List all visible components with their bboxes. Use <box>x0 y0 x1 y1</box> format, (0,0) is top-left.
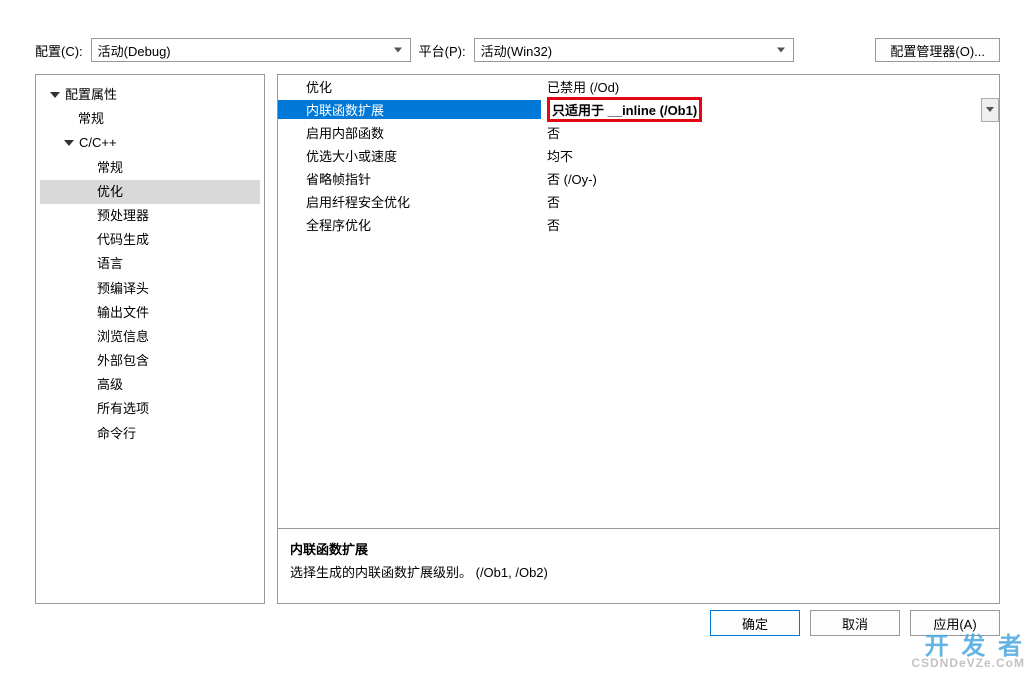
tree-item-高级[interactable]: 高级 <box>40 373 260 397</box>
property-name: 启用内部函数 <box>278 123 541 142</box>
highlight-box: 只适用于 __inline (/Ob1) <box>547 97 702 122</box>
property-grid: 优化已禁用 (/Od)内联函数扩展只适用于 __inline (/Ob1)启用内… <box>278 75 999 528</box>
tree-item-常规[interactable]: 常规 <box>40 156 260 180</box>
property-value[interactable]: 否 <box>541 123 999 142</box>
property-row[interactable]: 内联函数扩展只适用于 __inline (/Ob1) <box>278 98 999 121</box>
property-name: 省略帧指针 <box>278 169 541 188</box>
property-row[interactable]: 启用内部函数否 <box>278 121 999 144</box>
watermark: 开 发 者 CSDNDeVZe.CoM <box>911 635 1025 669</box>
description-text: 选择生成的内联函数扩展级别。 (/Ob1, /Ob2) <box>290 562 987 581</box>
tree-item-预处理器[interactable]: 预处理器 <box>40 204 260 228</box>
tree-item-外部包含[interactable]: 外部包含 <box>40 349 260 373</box>
property-row[interactable]: 优化已禁用 (/Od) <box>278 75 999 98</box>
property-name: 启用纤程安全优化 <box>278 192 541 211</box>
description-title: 内联函数扩展 <box>290 539 987 558</box>
tree-general[interactable]: 常规 <box>40 107 260 131</box>
property-row[interactable]: 省略帧指针否 (/Oy-) <box>278 167 999 190</box>
platform-label: 平台(P): <box>419 41 466 60</box>
platform-value: 活动(Win32) <box>481 41 553 60</box>
tree-root[interactable]: 配置属性 <box>40 83 260 107</box>
tree-cpp-label: C/C++ <box>79 134 117 152</box>
tree-item-优化[interactable]: 优化 <box>40 180 260 204</box>
tree-item-代码生成[interactable]: 代码生成 <box>40 228 260 252</box>
property-value[interactable]: 否 (/Oy-) <box>541 169 999 188</box>
property-name: 全程序优化 <box>278 215 541 234</box>
property-name: 优化 <box>278 77 541 96</box>
platform-dropdown[interactable]: 活动(Win32) <box>474 38 794 62</box>
tree-root-label: 配置属性 <box>65 86 117 104</box>
tree-item-语言[interactable]: 语言 <box>40 252 260 276</box>
property-value[interactable]: 只适用于 __inline (/Ob1) <box>541 98 999 122</box>
property-row[interactable]: 启用纤程安全优化否 <box>278 190 999 213</box>
property-row[interactable]: 全程序优化否 <box>278 213 999 236</box>
tree-panel: 配置属性 常规 C/C++ 常规优化预处理器代码生成语言预编译头输出文件浏览信息… <box>35 74 265 604</box>
tree-item-预编译头[interactable]: 预编译头 <box>40 277 260 301</box>
watermark-line1: 开 发 者 <box>911 635 1025 659</box>
description-panel: 内联函数扩展 选择生成的内联函数扩展级别。 (/Ob1, /Ob2) <box>278 528 999 603</box>
config-manager-button[interactable]: 配置管理器(O)... <box>875 38 1000 62</box>
tree-item-命令行[interactable]: 命令行 <box>40 422 260 446</box>
property-name: 优选大小或速度 <box>278 146 541 165</box>
property-panel: 优化已禁用 (/Od)内联函数扩展只适用于 __inline (/Ob1)启用内… <box>277 74 1000 604</box>
ok-button[interactable]: 确定 <box>710 610 800 636</box>
property-value[interactable]: 否 <box>541 215 999 234</box>
property-dropdown-button[interactable] <box>981 98 999 122</box>
property-value[interactable]: 已禁用 (/Od) <box>541 77 999 96</box>
tree-cpp[interactable]: C/C++ <box>40 131 260 155</box>
config-value: 活动(Debug) <box>98 41 171 60</box>
chevron-down-icon <box>64 140 74 146</box>
property-row[interactable]: 优选大小或速度均不 <box>278 144 999 167</box>
cancel-button[interactable]: 取消 <box>810 610 900 636</box>
apply-button[interactable]: 应用(A) <box>910 610 1000 636</box>
tree-item-输出文件[interactable]: 输出文件 <box>40 301 260 325</box>
property-value[interactable]: 均不 <box>541 146 999 165</box>
chevron-down-icon <box>50 92 60 98</box>
config-dropdown[interactable]: 活动(Debug) <box>91 38 411 62</box>
tree-item-浏览信息[interactable]: 浏览信息 <box>40 325 260 349</box>
watermark-line2: CSDNDeVZe.CoM <box>911 657 1025 669</box>
config-label: 配置(C): <box>35 41 83 60</box>
property-name: 内联函数扩展 <box>278 100 541 119</box>
tree-item-所有选项[interactable]: 所有选项 <box>40 397 260 421</box>
property-value[interactable]: 否 <box>541 192 999 211</box>
